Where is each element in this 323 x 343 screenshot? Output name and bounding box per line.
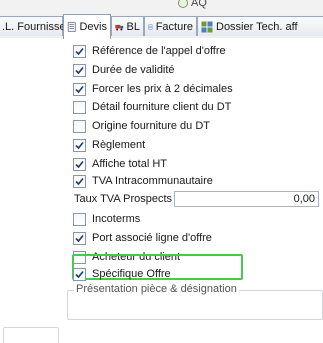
tva-prospects-input[interactable]: 0,00 <box>174 191 319 207</box>
tab-label: Facture <box>155 20 193 33</box>
invoice-icon <box>148 24 153 29</box>
option-label: Origine fourniture du DT <box>92 120 210 132</box>
tab-bl[interactable]: BL <box>111 16 144 36</box>
tab-facture[interactable]: Facture <box>144 16 197 36</box>
option-origine-fourniture[interactable]: Origine fourniture du DT <box>73 119 210 133</box>
circle-icon <box>178 0 188 8</box>
option-reference-appel-offre[interactable]: Référence de l'appel d'offre <box>73 44 226 58</box>
aq-label: AQ <box>191 0 207 9</box>
truck-icon <box>115 24 124 30</box>
option-label: Spécifique Offre <box>92 268 171 280</box>
option-reglement[interactable]: Règlement <box>73 138 145 152</box>
option-duree-validite[interactable]: Durée de validité <box>73 63 175 77</box>
document-icon <box>67 22 76 32</box>
check-icon <box>75 85 84 93</box>
option-label: Affiche total HT <box>92 158 167 170</box>
option-label: Forcer les prix à 2 décimales <box>92 83 233 95</box>
checkbox[interactable] <box>73 267 86 281</box>
left-group-edge <box>3 327 59 343</box>
check-icon <box>75 141 84 149</box>
check-icon <box>75 270 84 278</box>
tab-fournisseur[interactable]: .L. Fournisseur <box>0 16 75 36</box>
option-tva-intracommunautaire[interactable]: TVA Intracommunautaire <box>73 174 213 188</box>
tab-label: Dossier Tech. aff <box>216 20 298 33</box>
option-port-associe[interactable]: Port associé ligne d'offre <box>73 231 212 245</box>
option-label: Incoterms <box>92 213 141 225</box>
option-affiche-total-ht[interactable]: Affiche total HT <box>73 157 167 171</box>
option-specifique-offre[interactable]: Spécifique Offre <box>73 267 171 281</box>
left-margin <box>0 38 62 343</box>
option-label: Détail fourniture client du DT <box>92 101 232 113</box>
option-label: Référence de l'appel d'offre <box>92 45 226 57</box>
checkbox[interactable] <box>73 63 86 77</box>
check-icon <box>75 177 84 185</box>
presentation-groupbox: Présentation pièce & désignation <box>67 283 323 320</box>
tva-prospects-label: Taux TVA Prospects <box>74 193 173 205</box>
options-panel: Référence de l'appel d'offre Durée de va… <box>62 38 323 320</box>
checkbox[interactable] <box>73 119 86 133</box>
option-incoterms[interactable]: Incoterms <box>73 212 140 226</box>
checkbox[interactable] <box>73 212 86 226</box>
checkbox[interactable] <box>73 138 86 152</box>
option-forcer-prix[interactable]: Forcer les prix à 2 décimales <box>73 82 233 96</box>
check-icon <box>75 66 84 74</box>
top-strip: AQ <box>0 0 323 14</box>
tab-label: Devis <box>79 21 107 33</box>
group-title: Présentation pièce & désignation <box>74 283 239 295</box>
checkbox[interactable] <box>73 82 86 96</box>
tab-label: BL <box>126 20 140 33</box>
check-icon <box>75 160 84 168</box>
option-detail-fourniture[interactable]: Détail fourniture client du DT <box>73 100 231 114</box>
checkbox[interactable] <box>73 231 86 245</box>
checkbox[interactable] <box>73 44 86 58</box>
option-label: Durée de validité <box>92 64 175 76</box>
checkbox[interactable] <box>73 100 86 114</box>
check-icon <box>75 47 84 55</box>
tva-prospects-row: Taux TVA Prospects 0,00 <box>74 191 323 207</box>
option-label: TVA Intracommunautaire <box>92 175 213 187</box>
checkbox[interactable] <box>73 174 86 188</box>
check-icon <box>75 234 84 242</box>
tab-dossier-tech[interactable]: Dossier Tech. aff <box>197 16 323 36</box>
tab-bar: .L. Fournisseur Devis BL Facture Dossier… <box>0 14 323 39</box>
option-label: Règlement <box>92 139 146 151</box>
aq-item: AQ <box>178 0 207 9</box>
option-label: Port associé ligne d'offre <box>92 232 212 244</box>
tab-devis[interactable]: Devis <box>63 14 111 39</box>
grid-icon <box>201 21 213 32</box>
checkbox[interactable] <box>73 157 86 171</box>
